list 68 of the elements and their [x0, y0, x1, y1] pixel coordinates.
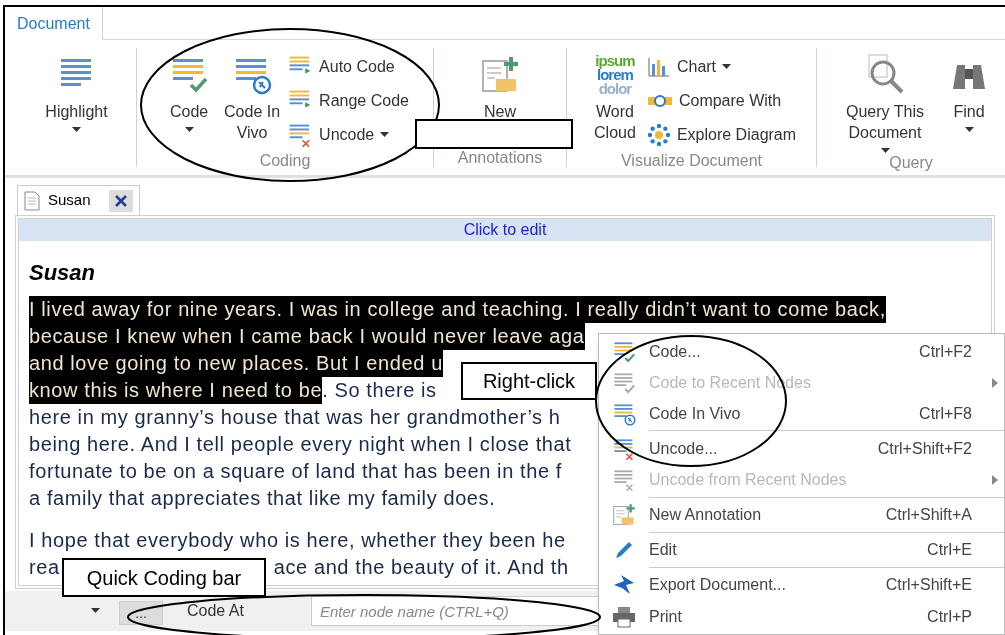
note-plus-icon — [480, 55, 520, 95]
callout-label: Right-click — [461, 362, 597, 400]
ribbon-button[interactable]: Range Code — [287, 84, 409, 118]
document-text: rea — [29, 555, 60, 580]
ribbon-button[interactable]: Compare With — [646, 84, 797, 118]
group-label: Query — [889, 154, 933, 172]
menu-item[interactable]: Print Ctrl+P — [599, 600, 1004, 633]
menu-item[interactable]: Code In Vivo Ctrl+F8 — [599, 398, 1004, 430]
caret-icon — [880, 148, 890, 154]
ribbon-button[interactable]: Find — [945, 48, 993, 133]
ribbon-button[interactable]: Explore Diagram — [646, 118, 797, 152]
open-file-tab[interactable]: Susan — [17, 185, 140, 215]
menu-item[interactable]: Edit Ctrl+E — [599, 534, 1004, 566]
printer-icon — [612, 605, 636, 628]
highlighted-text: and love going to new places. But I ended u — [29, 350, 443, 377]
uncode-icon — [612, 436, 636, 461]
caret-icon — [72, 127, 81, 133]
ribbon-button[interactable]: Query This Document — [829, 48, 941, 154]
word-cloud-icon: ipsum lorem dolor — [595, 54, 635, 96]
ribbon-button[interactable]: Uncode — [287, 118, 409, 152]
code-icon — [612, 370, 636, 395]
caret-icon — [722, 64, 732, 70]
note-plus-icon — [612, 503, 636, 528]
submenu-arrow-icon — [992, 377, 998, 388]
caret-icon — [184, 127, 194, 133]
document-title: Susan — [29, 259, 97, 287]
code-icon — [612, 339, 636, 364]
menu-item[interactable]: Code... Ctrl+F2 — [599, 336, 1004, 368]
submenu-arrow-icon — [992, 475, 998, 486]
group-label: Annotations — [457, 149, 543, 167]
menu-item[interactable]: Uncode... Ctrl+Shift+F2 — [599, 433, 1004, 465]
document-text: ace and the beauty of it. And th — [273, 555, 569, 580]
document-icon — [24, 190, 40, 211]
document-text: fortunate to be on a square of land that has been in the f — [29, 459, 562, 484]
ribbon-button[interactable]: Chart — [646, 50, 797, 84]
ribbon-button[interactable]: ipsum lorem dolor Word Cloud — [586, 48, 643, 143]
document-text: a family that appreciates that like my family does. — [29, 486, 496, 511]
ribbon-button[interactable]: Code — [161, 48, 218, 133]
click-to-edit-bar[interactable]: Click to edit — [19, 219, 991, 241]
ribbon-button[interactable]: Code In Vivo — [221, 48, 284, 143]
caret-icon — [90, 608, 100, 614]
caret-icon — [964, 127, 974, 133]
callout-label: Quick Coding bar — [62, 558, 266, 597]
document-text: I hope that everybody who is here, whether they been he — [29, 528, 566, 553]
group-label: Coding — [259, 152, 311, 170]
highlighted-text: know this is where I need to be — [29, 377, 323, 404]
group-label: Visualize Document — [620, 152, 763, 170]
close-icon — [114, 194, 127, 207]
caret-icon — [380, 132, 390, 138]
node-name-field[interactable]: Enter node name (CTRL+Q) — [311, 596, 601, 626]
ribbon-tab[interactable]: Document — [5, 7, 103, 40]
document-text: being here. And I tell people every night when I close that — [29, 432, 572, 457]
highlighted-text: I lived away for nine years. I was in college and teaching. I really didn’t want to come back, — [29, 296, 886, 323]
ribbon-button[interactable]: Highlight — [31, 48, 122, 133]
document-text: here in my granny’s house that was her grandmother’s h — [29, 405, 561, 430]
menu-item[interactable]: New Annotation Ctrl+Shift+A — [599, 499, 1004, 531]
code-in-vivo-icon — [612, 401, 636, 426]
highlighted-text: because I knew when I came back I would never leave aga — [29, 323, 585, 350]
uncode-icon — [612, 468, 636, 493]
diagram-icon — [646, 123, 671, 147]
bar-chart-icon — [646, 56, 671, 78]
code-at-label: Code At — [186, 601, 245, 621]
close-button[interactable] — [108, 189, 133, 212]
compare-icon — [646, 93, 673, 109]
ribbon-button[interactable]: Auto Code — [287, 50, 409, 84]
document-text: . So there is — [322, 378, 437, 403]
menu-item[interactable]: Export Document... Ctrl+Shift+E — [599, 569, 1004, 601]
tab-label: Susan — [48, 190, 91, 211]
